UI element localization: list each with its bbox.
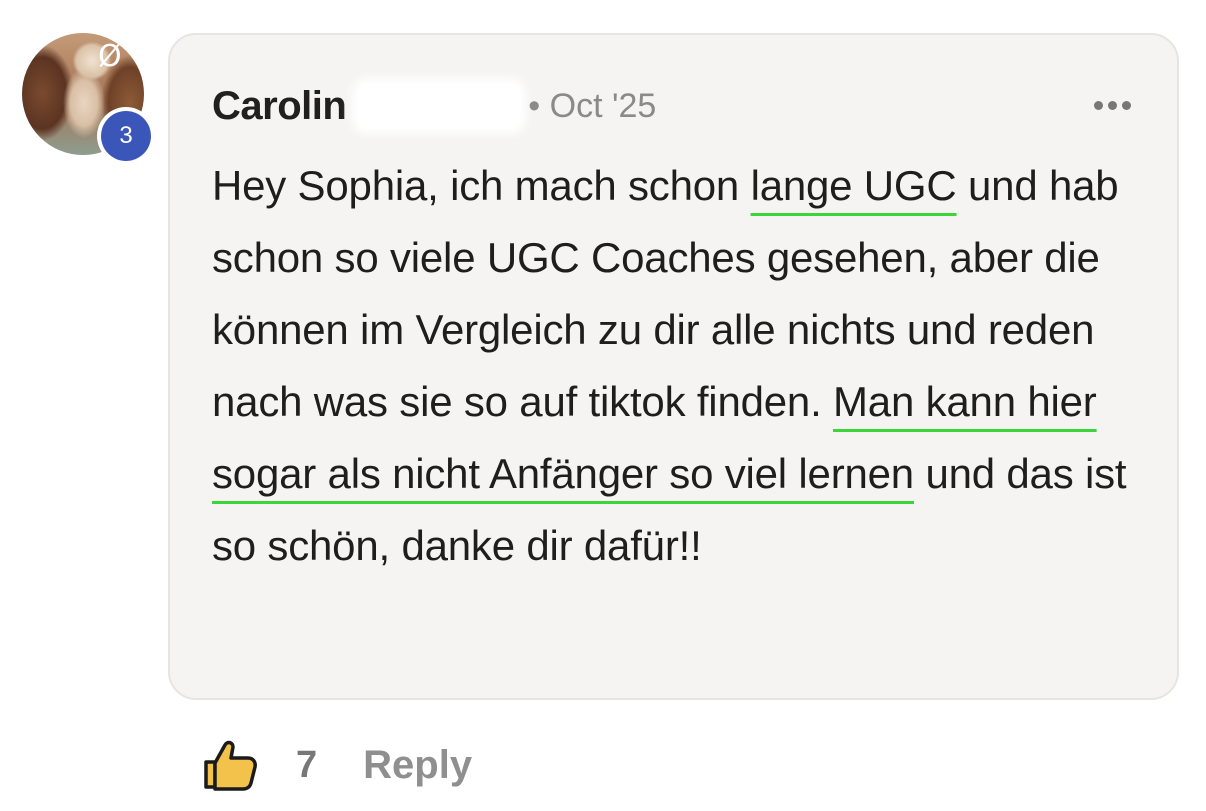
like-count: 7	[296, 743, 318, 786]
highlighted-text: lange UGC	[750, 162, 957, 209]
comment-header: Carolin • Oct '25	[212, 79, 656, 133]
more-dot	[1107, 100, 1117, 110]
redacted-name	[358, 84, 521, 128]
more-dot	[1121, 100, 1131, 110]
comment-container: Ø 3 Carolin • Oct '25 Hey Sophia, ich ma…	[0, 0, 1206, 811]
comment-bubble: Carolin • Oct '25 Hey Sophia, ich mach s…	[168, 33, 1179, 700]
reply-button[interactable]: Reply	[363, 743, 472, 788]
comment-text: Hey Sophia, ich mach schon lange UGC und…	[212, 150, 1162, 582]
thumbs-up-icon[interactable]	[200, 736, 258, 794]
comment-date: • Oct '25	[528, 86, 657, 125]
text-segment: Hey Sophia, ich mach schon	[212, 162, 751, 209]
author-name[interactable]: Carolin	[212, 84, 347, 129]
more-options-icon[interactable]	[1087, 87, 1137, 123]
level-badge: 3	[97, 107, 155, 165]
comment-actions: 7 Reply	[200, 732, 472, 798]
avatar-scribble: Ø	[98, 39, 122, 74]
more-dot	[1093, 100, 1103, 110]
level-badge-number: 3	[101, 111, 151, 161]
